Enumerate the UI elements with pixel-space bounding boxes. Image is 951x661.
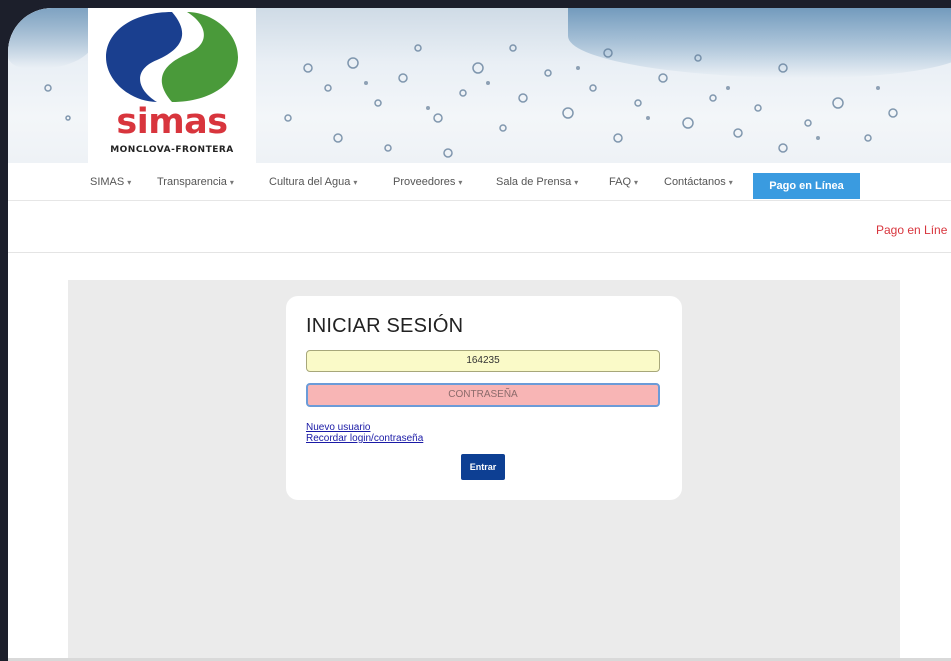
chevron-down-icon: ▾ [728,178,733,187]
nav-item-simas[interactable]: SIMAS ▾ [90,163,131,201]
chevron-down-icon: ▾ [353,178,358,187]
main-nav: SIMAS ▾ Transparencia ▾ Cultura del Agua ▾ … [8,163,951,201]
nav-item-label: Transparencia [157,176,227,188]
nav-item-label: Sala de Prensa [496,176,572,188]
simas-logo[interactable]: simas MONCLOVA-FRONTERA [88,8,256,163]
nav-item-transparencia[interactable]: Transparencia ▾ [157,163,234,201]
brand-name: simas [116,102,228,142]
browser-viewport: simas MONCLOVA-FRONTERA SIMAS ▾ Transpare… [8,8,951,661]
brand-subtitle: MONCLOVA-FRONTERA [110,145,234,155]
nav-item-label: Proveedores [393,176,456,188]
pago-en-linea-link[interactable]: Pago en Líne [876,223,947,237]
chevron-down-icon: ▾ [634,178,639,187]
nav-item-proveedores[interactable]: Proveedores ▾ [393,163,462,201]
password-input[interactable]: CONTRASEÑA [306,383,660,407]
nav-item-label: SIMAS [90,176,125,188]
submit-button[interactable]: Entrar [461,454,505,480]
chevron-down-icon: ▾ [127,178,132,187]
simas-s-emblem-icon [104,11,240,103]
nav-item-label: Cultura del Agua [269,176,351,188]
nav-item-label: FAQ [609,176,632,188]
nav-item-sala-de-prensa[interactable]: Sala de Prensa ▾ [496,163,578,201]
chevron-down-icon: ▾ [229,178,234,187]
login-title: INICIAR SESIÓN [306,315,464,337]
login-card: INICIAR SESIÓN 164235 CONTRASEÑA Nuevo u… [286,296,682,500]
secondary-bar: Pago en Líne [8,201,951,253]
username-input[interactable]: 164235 [306,350,660,372]
header-banner: simas MONCLOVA-FRONTERA [8,8,951,163]
nav-item-label: Contáctanos [664,176,726,188]
nav-item-faq[interactable]: FAQ ▾ [609,163,638,201]
nav-item-contactanos[interactable]: Contáctanos ▾ [664,163,733,201]
chevron-down-icon: ▾ [574,178,579,187]
nav-item-cultura-del-agua[interactable]: Cultura del Agua ▾ [269,163,357,201]
recover-login-link[interactable]: Recordar login/contraseña [306,433,423,444]
chevron-down-icon: ▾ [458,178,463,187]
new-user-link[interactable]: Nuevo usuario [306,422,370,433]
pago-en-linea-button[interactable]: Pago en Línea [753,173,860,199]
